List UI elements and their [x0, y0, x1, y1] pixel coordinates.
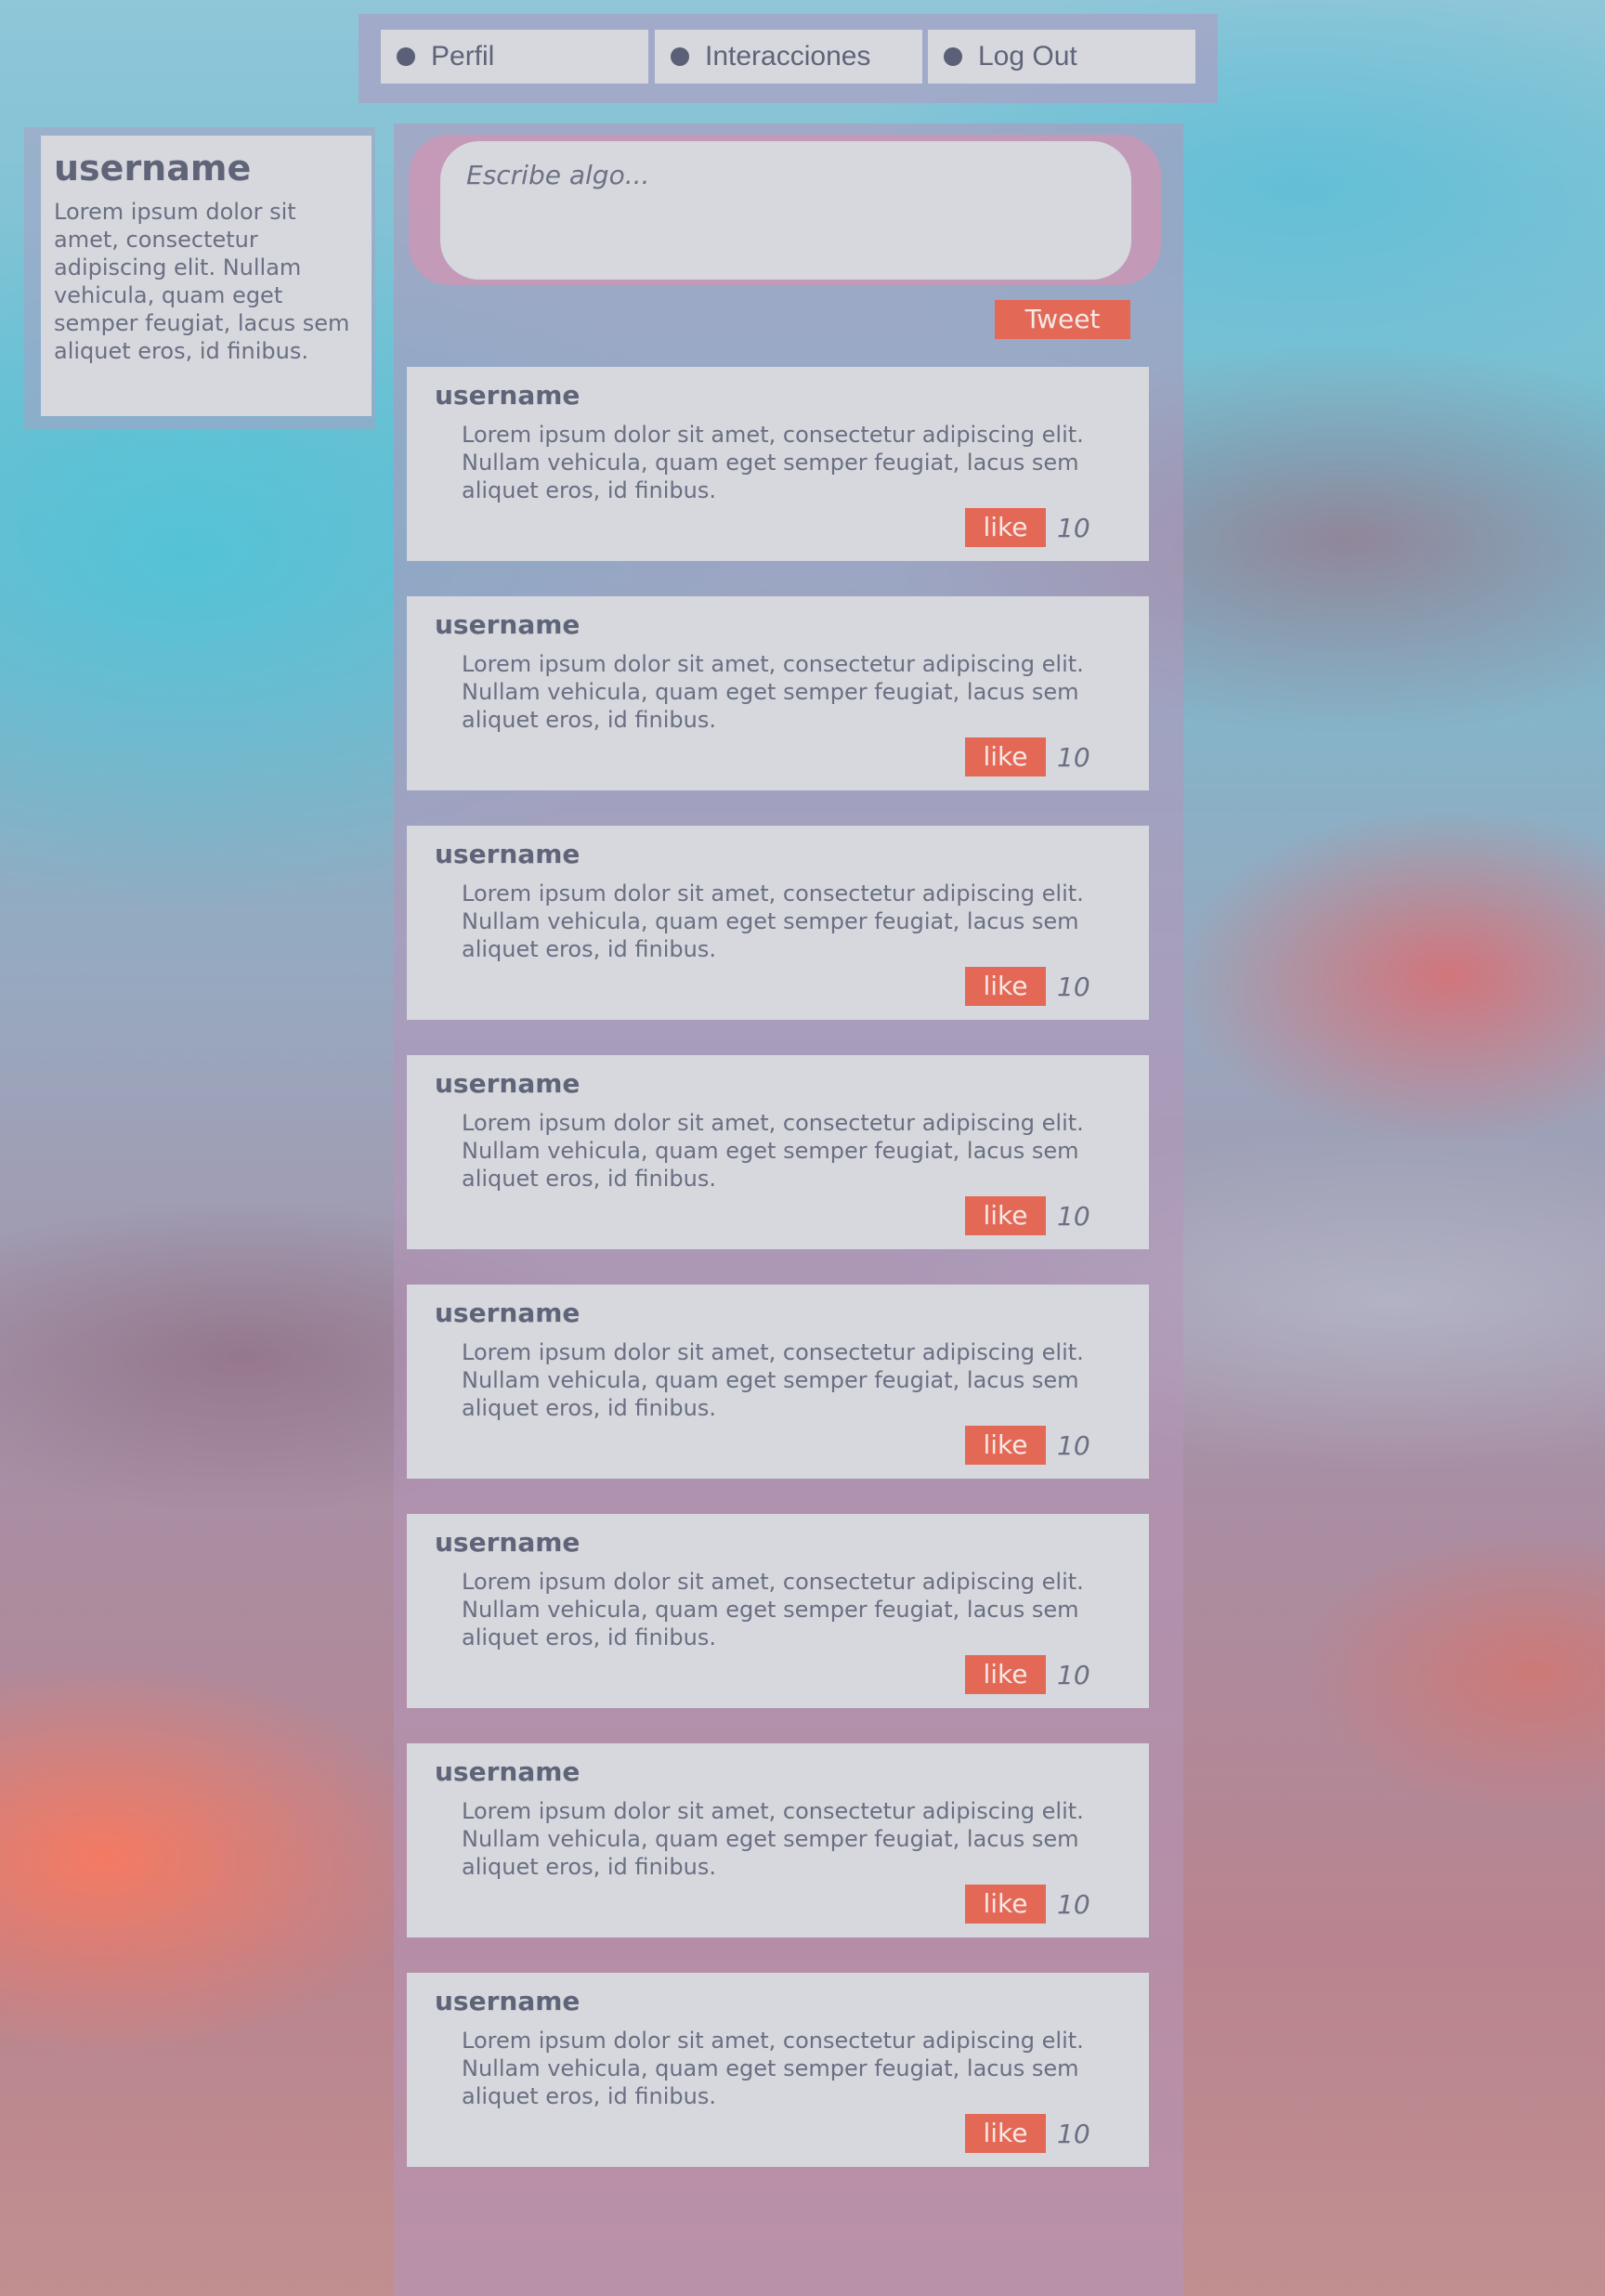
like-button[interactable]: like — [965, 1885, 1046, 1924]
compose-input[interactable] — [440, 141, 1131, 280]
bullet-icon — [944, 47, 962, 66]
like-button[interactable]: like — [965, 1196, 1046, 1235]
post-text: Lorem ipsum dolor sit amet, consectetur … — [462, 1110, 1084, 1192]
post-card: username Lorem ipsum dolor sit amet, con… — [407, 1055, 1149, 1249]
post-card: username Lorem ipsum dolor sit amet, con… — [407, 367, 1149, 561]
like-button[interactable]: like — [965, 967, 1046, 1006]
bullet-icon — [397, 47, 415, 66]
like-count: 10 — [1057, 1660, 1090, 1690]
like-count: 10 — [1057, 513, 1090, 543]
top-nav: Perfil Interacciones Log Out — [359, 14, 1218, 103]
profile-username: username — [54, 148, 252, 189]
post-text: Lorem ipsum dolor sit amet, consectetur … — [462, 2028, 1084, 2109]
post-card: username Lorem ipsum dolor sit amet, con… — [407, 1743, 1149, 1937]
like-count: 10 — [1057, 1430, 1090, 1461]
like-count: 10 — [1057, 1889, 1090, 1920]
post-text: Lorem ipsum dolor sit amet, consectetur … — [462, 422, 1084, 503]
post-text: Lorem ipsum dolor sit amet, consectetur … — [462, 881, 1084, 962]
post-card: username Lorem ipsum dolor sit amet, con… — [407, 1973, 1149, 2167]
post-username: username — [435, 1756, 581, 1787]
post-card: username Lorem ipsum dolor sit amet, con… — [407, 826, 1149, 1020]
post-username: username — [435, 1068, 581, 1099]
nav-interacciones-button[interactable]: Interacciones — [655, 30, 922, 84]
post-username: username — [435, 609, 581, 640]
like-button[interactable]: like — [965, 1426, 1046, 1465]
nav-perfil-label: Perfil — [431, 41, 495, 72]
like-button[interactable]: like — [965, 737, 1046, 776]
like-button[interactable]: like — [965, 508, 1046, 547]
post-text: Lorem ipsum dolor sit amet, consectetur … — [462, 1569, 1084, 1650]
nav-perfil-button[interactable]: Perfil — [381, 30, 648, 84]
like-count: 10 — [1057, 2119, 1090, 2149]
tweet-button[interactable]: Tweet — [995, 300, 1130, 339]
profile-bio: Lorem ipsum dolor sit amet, consectetur … — [54, 198, 350, 364]
nav-logout-label: Log Out — [978, 41, 1077, 72]
post-username: username — [435, 380, 581, 411]
like-button[interactable]: like — [965, 1655, 1046, 1694]
post-username: username — [435, 1527, 581, 1558]
bullet-icon — [671, 47, 689, 66]
post-text: Lorem ipsum dolor sit amet, consectetur … — [462, 651, 1084, 733]
post-card: username Lorem ipsum dolor sit amet, con… — [407, 596, 1149, 790]
post-card: username Lorem ipsum dolor sit amet, con… — [407, 1514, 1149, 1708]
nav-interacciones-label: Interacciones — [705, 41, 871, 72]
post-username: username — [435, 1298, 581, 1328]
like-count: 10 — [1057, 1201, 1090, 1232]
like-count: 10 — [1057, 742, 1090, 773]
nav-logout-button[interactable]: Log Out — [928, 30, 1195, 84]
post-card: username Lorem ipsum dolor sit amet, con… — [407, 1285, 1149, 1479]
like-count: 10 — [1057, 972, 1090, 1002]
post-username: username — [435, 1986, 581, 2016]
post-text: Lorem ipsum dolor sit amet, consectetur … — [462, 1798, 1084, 1880]
profile-card: username Lorem ipsum dolor sit amet, con… — [41, 136, 372, 416]
post-username: username — [435, 839, 581, 869]
post-text: Lorem ipsum dolor sit amet, consectetur … — [462, 1339, 1084, 1421]
like-button[interactable]: like — [965, 2114, 1046, 2153]
